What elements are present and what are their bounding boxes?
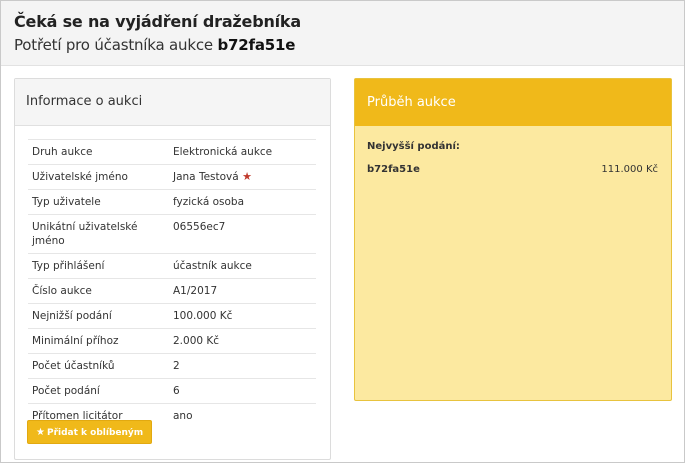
auction-progress-header: Průběh aukce — [355, 79, 671, 126]
row-value: Elektronická aukce — [173, 146, 273, 158]
row-value: účastník aukce — [173, 260, 252, 272]
row-label: Unikátní uživatelské jméno — [32, 221, 138, 247]
table-row: Uživatelské jméno Jana Testová ★ — [28, 164, 316, 189]
table-row: Druh aukce Elektronická aukce — [28, 139, 316, 164]
auction-info-header: Informace o aukci — [15, 79, 330, 126]
page-subtitle: Potřetí pro účastníka aukce b72fa51e — [14, 36, 295, 54]
row-label: Uživatelské jméno — [32, 171, 128, 183]
row-label: Typ uživatele — [32, 196, 101, 208]
row-label: Počet podání — [32, 385, 100, 397]
status-header: Čeká se na vyjádření dražebníka Potřetí … — [1, 1, 684, 66]
row-value: ano — [173, 410, 193, 422]
table-row: Typ uživatele fyzická osoba — [28, 189, 316, 214]
table-row: Číslo aukce A1/2017 — [28, 278, 316, 303]
participant-id: b72fa51e — [217, 36, 296, 54]
row-label: Druh aukce — [32, 146, 93, 158]
row-value: 2.000 Kč — [173, 335, 220, 347]
row-value: 6 — [173, 385, 180, 397]
row-value: 2 — [173, 360, 180, 372]
highest-bid-row: b72fa51e 111.000 Kč — [367, 164, 658, 175]
row-value-username: Jana Testová ★ — [173, 165, 316, 189]
highest-bid-amount: 111.000 Kč — [601, 164, 658, 175]
table-row: Typ přihlášení účastník aukce — [28, 253, 316, 278]
row-value: 06556ec7 — [173, 221, 226, 233]
table-row: Unikátní uživatelské jméno 06556ec7 — [28, 214, 316, 253]
username-text: Jana Testová — [173, 171, 239, 183]
highest-bid-label: Nejvyšší podání: — [367, 141, 460, 152]
auction-info-title: Informace o aukci — [26, 94, 143, 109]
row-label: Typ přihlášení — [32, 260, 105, 272]
table-row: Počet účastníků 2 — [28, 353, 316, 378]
row-value: A1/2017 — [173, 285, 218, 297]
auction-info-table: Druh aukce Elektronická aukce Uživatelsk… — [28, 139, 316, 428]
row-label: Nejnižší podání — [32, 310, 112, 322]
auction-info-panel: Informace o aukci Druh aukce Elektronick… — [14, 78, 331, 460]
star-icon: ★ — [242, 170, 252, 183]
row-label: Číslo aukce — [32, 285, 92, 297]
row-value: fyzická osoba — [173, 196, 245, 208]
star-icon: ★ — [36, 427, 45, 438]
row-value: 100.000 Kč — [173, 310, 233, 322]
page-title: Čeká se na vyjádření dražebníka — [14, 12, 301, 31]
auction-progress-panel: Průběh aukce Nejvyšší podání: b72fa51e 1… — [354, 78, 672, 401]
table-row: Počet podání 6 — [28, 378, 316, 403]
row-label: Minimální příhoz — [32, 335, 119, 347]
add-to-favorites-label: Přidat k oblíbeným — [46, 428, 144, 438]
subtitle-text: Potřetí pro účastníka aukce — [14, 36, 213, 54]
table-row: Nejnižší podání 100.000 Kč — [28, 303, 316, 328]
add-to-favorites-button[interactable]: ★ Přidat k oblíbeným — [27, 420, 153, 444]
row-label: Počet účastníků — [32, 360, 115, 372]
auction-progress-title: Průběh aukce — [367, 95, 456, 110]
highest-bidder: b72fa51e — [367, 164, 420, 175]
table-row: Minimální příhoz 2.000 Kč — [28, 328, 316, 353]
